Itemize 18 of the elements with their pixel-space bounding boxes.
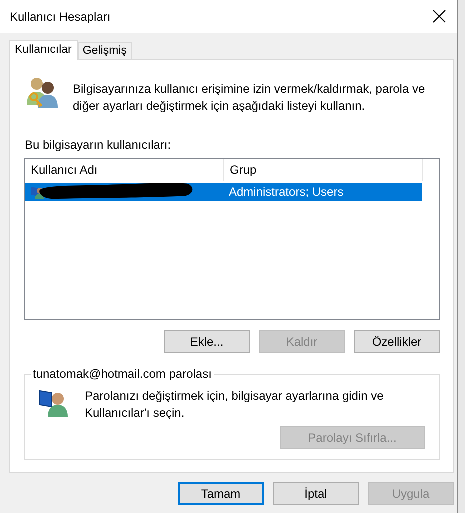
column-header[interactable]: Grup [224,159,422,181]
password-instruction-text: Parolanızı değiştirmek için, bilgisayar ayarlarına gidin ve Kullanıcılar'ı seçin. [85,388,385,422]
button[interactable]: İptal [273,482,359,505]
instruction-text: Bilgisayarınıza kullanıcı erişimine izin vermek/kaldırmak, parola ve diğer ayarları değiştirmek için aşağıdaki listeyi kullanın. [73,81,426,115]
users-list[interactable]: Kullanıcı Adı Grup Administrators; Users [24,158,440,320]
window-title: Kullanıcı Hesapları [10,10,111,24]
button[interactable]: Özellikler [354,330,440,353]
tab[interactable]: Kullanıcılar [9,40,78,60]
button[interactable]: Ekle... [164,330,250,353]
users-icon [25,75,59,109]
close-icon[interactable] [433,10,446,23]
table-cell-text: Administrators; Users [228,185,344,199]
table-row[interactable]: Administrators; Users [25,183,422,201]
group-title: tunatomak@hotmail.com parolası [32,367,213,381]
button[interactable]: Tamam [178,482,264,505]
tab[interactable]: Gelişmiş [78,42,132,59]
column-header[interactable]: Kullanıcı Adı [25,159,224,181]
users-list-label: Bu bilgisayarın kullanıcıları: [24,138,172,152]
